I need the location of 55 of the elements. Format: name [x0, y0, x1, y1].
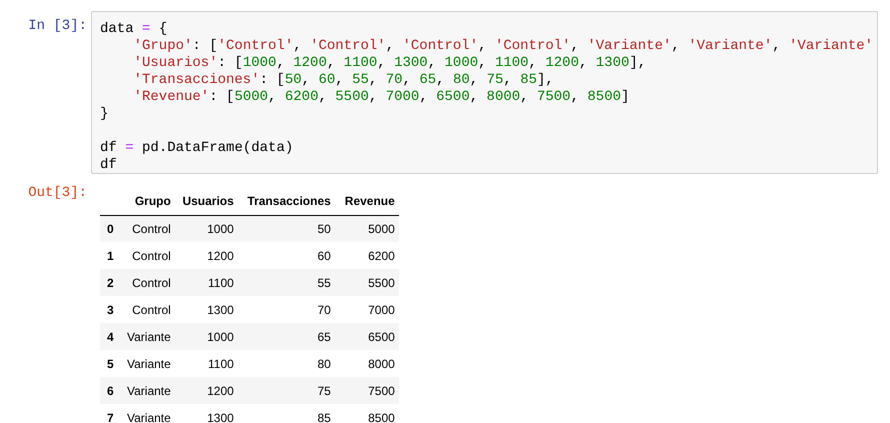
table-cell: 70	[238, 296, 335, 323]
table-cell: Control	[123, 296, 175, 323]
code-line: data = {	[100, 21, 168, 37]
code-line: 'Transacciones': [50, 60, 55, 70, 65, 80, 75, 85],	[134, 72, 554, 88]
code-line: 'Revenue': [5000, 6200, 5500, 7000, 6500, 8000, 7500, 8500]	[134, 89, 630, 105]
column-header: Transacciones	[238, 188, 335, 215]
table-cell: 80	[238, 350, 335, 377]
table-cell: 1100	[174, 269, 238, 296]
table-cell: Control	[123, 269, 175, 296]
row-index: 5	[100, 350, 123, 377]
column-header: Usuarios	[174, 188, 238, 215]
table-cell: 75	[238, 377, 335, 404]
table-cell: 1000	[174, 323, 238, 350]
row-index: 0	[100, 215, 123, 242]
table-cell: Control	[123, 215, 175, 242]
table-cell: 6500	[334, 323, 399, 350]
row-index: 6	[100, 377, 123, 404]
table-cell: 6200	[334, 242, 399, 269]
row-index: 1	[100, 242, 123, 269]
code-line: }	[100, 106, 108, 122]
table-cell: 7000	[334, 296, 399, 323]
table-cell: 1100	[174, 350, 238, 377]
column-header: Revenue	[334, 188, 399, 215]
table-cell: 7500	[334, 377, 399, 404]
table-cell: 1300	[174, 296, 238, 323]
row-index: 4	[100, 323, 123, 350]
table-cell: Variante	[123, 404, 175, 423]
table-cell: Control	[123, 242, 175, 269]
table-cell: 8000	[334, 350, 399, 377]
table-cell: 5500	[334, 269, 399, 296]
table-cell: 60	[238, 242, 335, 269]
row-index: 3	[100, 296, 123, 323]
table-cell: 85	[238, 404, 335, 423]
column-header: Grupo	[123, 188, 175, 215]
output-prompt: Out[3]:	[28, 185, 87, 203]
table-cell: Variante	[123, 323, 175, 350]
table-cell: 1200	[174, 242, 238, 269]
table-cell: 65	[238, 323, 335, 350]
table-cell: 5000	[334, 215, 399, 242]
table-cell: 8500	[334, 404, 399, 423]
input-prompt: In [3]:	[28, 18, 87, 36]
code-cell[interactable]	[91, 11, 878, 174]
code-line: df = pd.DataFrame(data)	[100, 140, 294, 156]
code-line: df	[100, 157, 117, 173]
table-cell: Variante	[123, 350, 175, 377]
code-line: 'Usuarios': [1000, 1200, 1100, 1300, 1000, 1100, 1200, 1300],	[134, 55, 646, 71]
row-index: 2	[100, 269, 123, 296]
table-cell: Variante	[123, 377, 175, 404]
row-index: 7	[100, 404, 123, 423]
table-cell: 55	[238, 269, 335, 296]
table-cell: 1200	[174, 377, 238, 404]
table-cell: 1300	[174, 404, 238, 423]
table-cell: 1000	[174, 215, 238, 242]
table-cell: 50	[238, 215, 335, 242]
code-line: 'Grupo': ['Control', 'Control', 'Control', 'Control', 'Variante', 'Variante', 'Variante'	[134, 38, 874, 54]
